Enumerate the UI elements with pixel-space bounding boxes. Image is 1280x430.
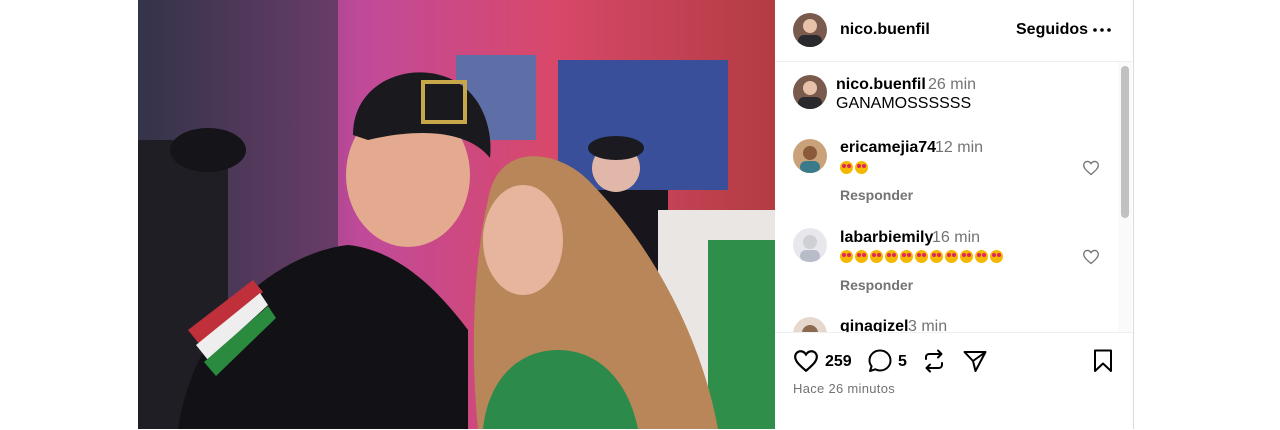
caption-username[interactable]: nico.buenfil <box>836 75 926 95</box>
heart-eyes-emoji <box>960 250 973 263</box>
comment-icon[interactable] <box>867 348 893 374</box>
commenter-username[interactable]: ericamejia74 <box>840 138 936 158</box>
commenter-username[interactable]: ginagizel <box>840 317 908 332</box>
like-comment-icon[interactable] <box>1082 249 1100 265</box>
commenter-username[interactable]: labarbiemily <box>840 228 933 248</box>
comment-time: 12 min <box>935 139 984 156</box>
heart-eyes-emoji <box>855 161 868 174</box>
comment-time: 16 min <box>932 229 981 246</box>
reply-button[interactable]: Responder <box>840 186 913 204</box>
commenter-avatar[interactable] <box>793 317 827 332</box>
heart-eyes-emoji <box>945 250 958 263</box>
heart-eyes-emoji <box>990 250 1003 263</box>
reply-button[interactable]: Responder <box>840 276 913 294</box>
commenter-avatar[interactable] <box>793 228 827 262</box>
post-photo[interactable] <box>138 0 775 429</box>
comment-time: 3 min <box>908 318 948 332</box>
share-icon[interactable] <box>962 348 988 374</box>
heart-eyes-emoji <box>885 250 898 263</box>
following-button[interactable]: Seguidos <box>1016 20 1088 40</box>
save-icon[interactable] <box>1092 348 1114 374</box>
heart-eyes-emoji <box>855 250 868 263</box>
caption-text: GANAMOSSSSSS <box>836 95 972 112</box>
heart-eyes-emoji <box>930 250 943 263</box>
more-options-icon[interactable] <box>1093 28 1111 32</box>
heart-eyes-emoji <box>900 250 913 263</box>
heart-eyes-emoji <box>870 250 883 263</box>
post-timestamp: Hace 26 minutos <box>793 381 896 396</box>
repost-icon[interactable] <box>921 348 947 374</box>
comments-list[interactable]: nico.buenfil 26 min GANAMOSSSSSS ericame… <box>775 62 1133 332</box>
heart-eyes-emoji <box>915 250 928 263</box>
author-avatar[interactable] <box>793 13 827 47</box>
caption-time: 26 min <box>928 76 977 93</box>
post-header: nico.buenfil Seguidos <box>775 0 1133 62</box>
post-actions: 259 5 Hace 26 minutos <box>775 332 1133 430</box>
post-detail-panel: nico.buenfil Seguidos nico.buenfil 26 mi… <box>775 0 1134 429</box>
like-count[interactable]: 259 <box>825 352 852 372</box>
commenter-avatar[interactable] <box>793 139 827 173</box>
comment-emojis <box>840 161 870 177</box>
comment-count: 5 <box>898 353 907 370</box>
like-comment-icon[interactable] <box>1082 160 1100 176</box>
heart-eyes-emoji <box>840 250 853 263</box>
heart-eyes-emoji <box>975 250 988 263</box>
comments-scrollbar[interactable] <box>1118 62 1132 332</box>
heart-eyes-emoji <box>840 161 853 174</box>
author-username[interactable]: nico.buenfil <box>840 20 930 40</box>
caption-avatar[interactable] <box>793 75 827 109</box>
comment-emojis <box>840 250 1005 266</box>
scrollbar-thumb[interactable] <box>1121 66 1129 218</box>
heart-icon[interactable] <box>793 349 819 373</box>
